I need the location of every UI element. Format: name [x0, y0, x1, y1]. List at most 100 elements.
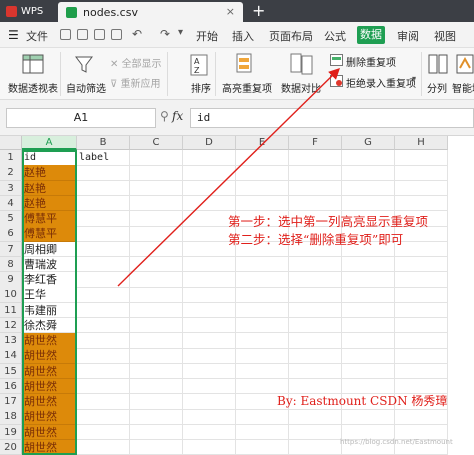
cell-f19[interactable] [289, 424, 342, 440]
cell-c12[interactable] [130, 317, 183, 334]
cell-f9[interactable] [289, 272, 342, 288]
select-all-corner[interactable] [0, 136, 22, 150]
cell-h2[interactable] [395, 165, 448, 181]
cell-d3[interactable] [183, 180, 236, 196]
menu-file[interactable]: 文件 [26, 28, 48, 44]
cell-c20[interactable] [130, 439, 183, 455]
cell-h3[interactable] [395, 180, 448, 196]
cell-e2[interactable] [236, 165, 289, 181]
row-header[interactable]: 20 [0, 439, 22, 455]
column-header-a[interactable]: A [22, 136, 77, 150]
row-header[interactable]: 2 [0, 165, 22, 181]
cell-c8[interactable] [130, 256, 183, 273]
cell-g4[interactable] [342, 195, 395, 212]
menu-review[interactable]: 审阅 [397, 28, 419, 44]
row-header[interactable]: 17 [0, 394, 22, 410]
cell-a1[interactable]: id [22, 150, 77, 166]
cell-a8[interactable]: 曹瑞波 [22, 256, 77, 273]
cell-b19[interactable] [77, 424, 130, 440]
file-tab[interactable]: nodes.csv × [58, 2, 243, 22]
cell-a12[interactable]: 徐杰舜 [22, 317, 77, 334]
cell-e20[interactable] [236, 439, 289, 455]
cell-a13[interactable]: 胡世然 [22, 333, 77, 349]
cell-e15[interactable] [236, 363, 289, 379]
preview-icon[interactable] [111, 29, 122, 40]
cell-c7[interactable] [130, 241, 183, 257]
row-header[interactable]: 6 [0, 226, 22, 242]
cell-f10[interactable] [289, 287, 342, 303]
cell-d15[interactable] [183, 363, 236, 379]
cell-g11[interactable] [342, 302, 395, 318]
cell-f3[interactable] [289, 180, 342, 196]
cell-g14[interactable] [342, 348, 395, 364]
cell-c16[interactable] [130, 378, 183, 395]
cell-c3[interactable] [130, 180, 183, 196]
cell-h14[interactable] [395, 348, 448, 364]
cell-b12[interactable] [77, 317, 130, 334]
cell-a19[interactable]: 胡世然 [22, 424, 77, 440]
cell-d4[interactable] [183, 195, 236, 212]
row-header[interactable]: 9 [0, 272, 22, 288]
cell-h9[interactable] [395, 272, 448, 288]
column-header-h[interactable]: H [395, 136, 448, 150]
cell-e11[interactable] [236, 302, 289, 318]
cell-e14[interactable] [236, 348, 289, 364]
cell-h8[interactable] [395, 256, 448, 273]
cell-h12[interactable] [395, 317, 448, 334]
cell-c13[interactable] [130, 333, 183, 349]
cell-d2[interactable] [183, 165, 236, 181]
close-tab-icon[interactable]: × [226, 5, 235, 18]
cell-a20[interactable]: 胡世然 [22, 439, 77, 455]
cell-c6[interactable] [130, 226, 183, 242]
show-all-button[interactable]: ✕ 全部显示 [110, 55, 162, 70]
cell-a2[interactable]: 赵艳 [22, 165, 77, 181]
save-icon[interactable] [60, 29, 71, 40]
hamburger-icon[interactable]: ☰ [8, 28, 19, 42]
cell-c17[interactable] [130, 394, 183, 410]
zoom-formula-icon[interactable]: ⚲ [160, 109, 169, 123]
cell-b2[interactable] [77, 165, 130, 181]
column-header-f[interactable]: F [289, 136, 342, 150]
cell-c9[interactable] [130, 272, 183, 288]
row-header[interactable]: 18 [0, 409, 22, 425]
cell-h4[interactable] [395, 195, 448, 212]
cell-b3[interactable] [77, 180, 130, 196]
cell-b9[interactable] [77, 272, 130, 288]
new-tab-button[interactable]: + [252, 1, 265, 20]
menu-formulas[interactable]: 公式 [324, 28, 346, 44]
cell-d12[interactable] [183, 317, 236, 334]
row-header[interactable]: 10 [0, 287, 22, 303]
cell-h10[interactable] [395, 287, 448, 303]
cell-g2[interactable] [342, 165, 395, 181]
cell-c1[interactable] [130, 150, 183, 166]
cell-d17[interactable] [183, 394, 236, 410]
cell-h18[interactable] [395, 409, 448, 425]
row-header[interactable]: 7 [0, 241, 22, 257]
cell-f13[interactable] [289, 333, 342, 349]
cell-a3[interactable]: 赵艳 [22, 180, 77, 196]
row-header[interactable]: 14 [0, 348, 22, 364]
cell-a18[interactable]: 胡世然 [22, 409, 77, 425]
cell-e8[interactable] [236, 256, 289, 273]
cell-e13[interactable] [236, 333, 289, 349]
more-icon[interactable]: ▾ [178, 27, 183, 38]
print-icon[interactable] [94, 29, 105, 40]
cell-b13[interactable] [77, 333, 130, 349]
cell-d19[interactable] [183, 424, 236, 440]
cell-g12[interactable] [342, 317, 395, 334]
cell-b6[interactable] [77, 226, 130, 242]
cell-c2[interactable] [130, 165, 183, 181]
cell-g10[interactable] [342, 287, 395, 303]
cell-b7[interactable] [77, 241, 130, 257]
cell-a16[interactable]: 胡世然 [22, 378, 77, 395]
cell-a5[interactable]: 傅慧平 [22, 211, 77, 227]
fx-icon[interactable]: fx [172, 109, 183, 123]
menu-insert[interactable]: 插入 [232, 28, 254, 44]
cell-d9[interactable] [183, 272, 236, 288]
cell-g9[interactable] [342, 272, 395, 288]
row-header[interactable]: 8 [0, 256, 22, 273]
cell-c14[interactable] [130, 348, 183, 364]
cell-e12[interactable] [236, 317, 289, 334]
open-icon[interactable] [77, 29, 88, 40]
cell-b11[interactable] [77, 302, 130, 318]
